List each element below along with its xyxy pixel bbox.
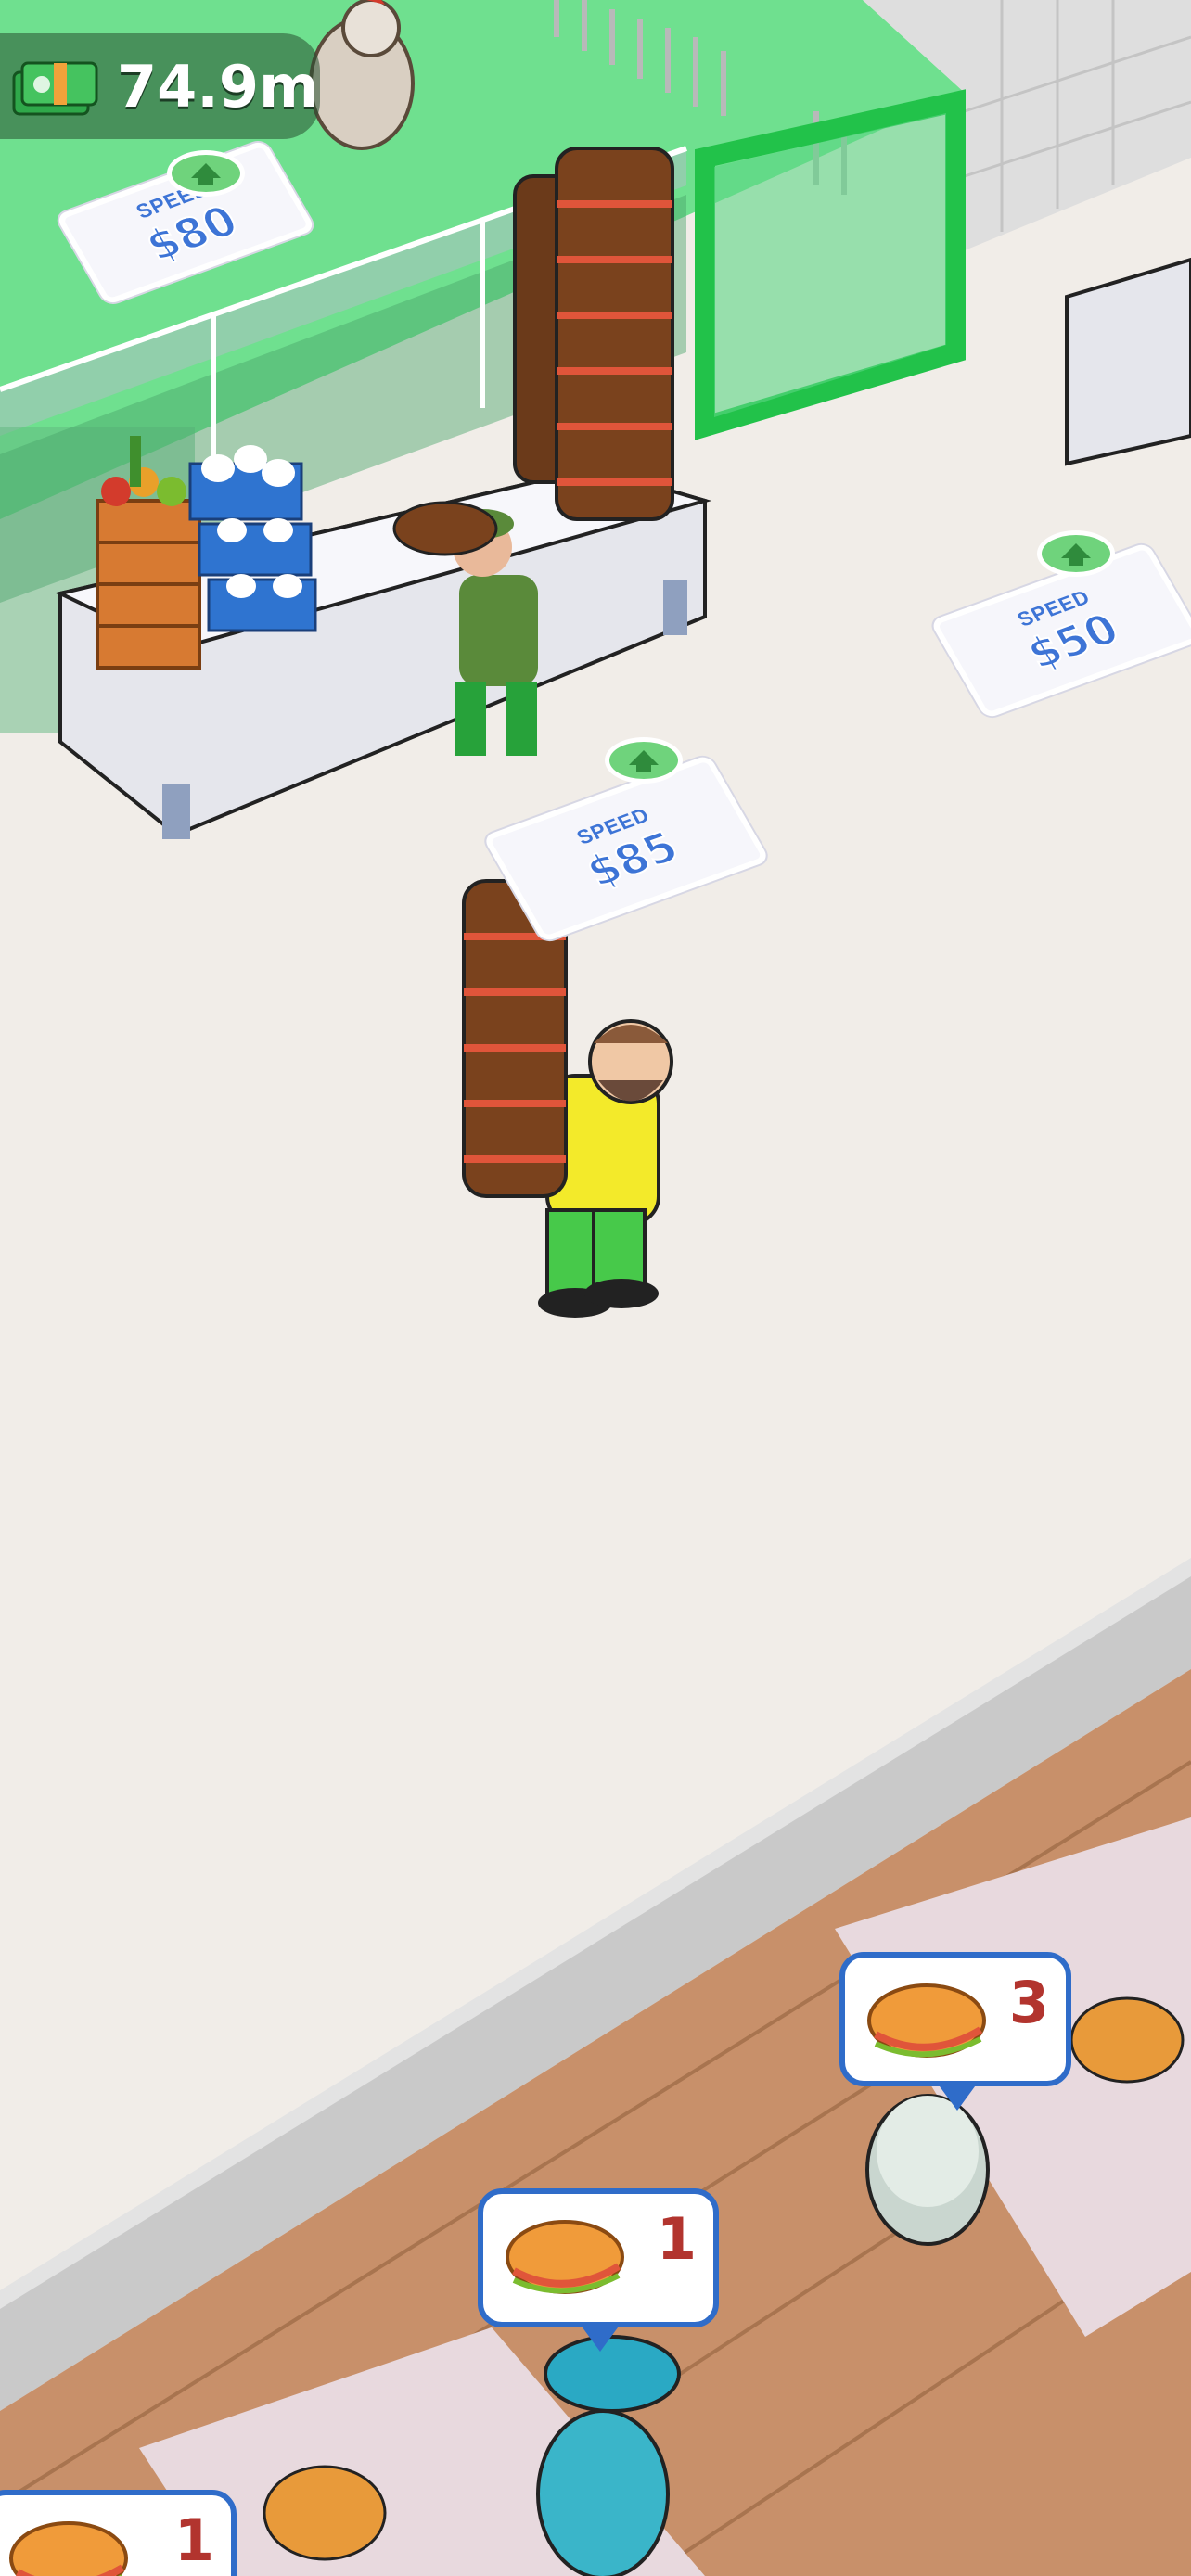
order-bubble: 1 (478, 2188, 719, 2352)
order-count: 1 (173, 2506, 214, 2574)
customer-character (865, 2094, 990, 2246)
sandwich-stack-counter (513, 147, 674, 521)
sandwich-icon (9, 2521, 128, 2576)
arrow-up-icon (605, 737, 683, 784)
order-count: 1 (656, 2205, 697, 2273)
game-scene[interactable]: 74.9m SPEED $80 SPEED $85 SPEED $50 3 1 … (0, 0, 1191, 2576)
arrow-up-icon (1037, 530, 1115, 577)
customer-character (536, 2335, 681, 2576)
order-bubble: 1 (0, 2490, 237, 2576)
arrow-up-icon (167, 150, 245, 197)
cash-stack-icon (12, 61, 98, 116)
order-bubble: 3 (839, 1952, 1071, 2111)
side-counter (1065, 257, 1191, 466)
sandwich-icon (506, 2220, 624, 2294)
money-counter: 74.9m (0, 33, 320, 139)
money-value: 74.9m (117, 52, 319, 121)
order-count: 3 (1008, 1969, 1049, 2036)
sandwich-icon (867, 1983, 986, 2058)
egg-trays (188, 445, 317, 632)
